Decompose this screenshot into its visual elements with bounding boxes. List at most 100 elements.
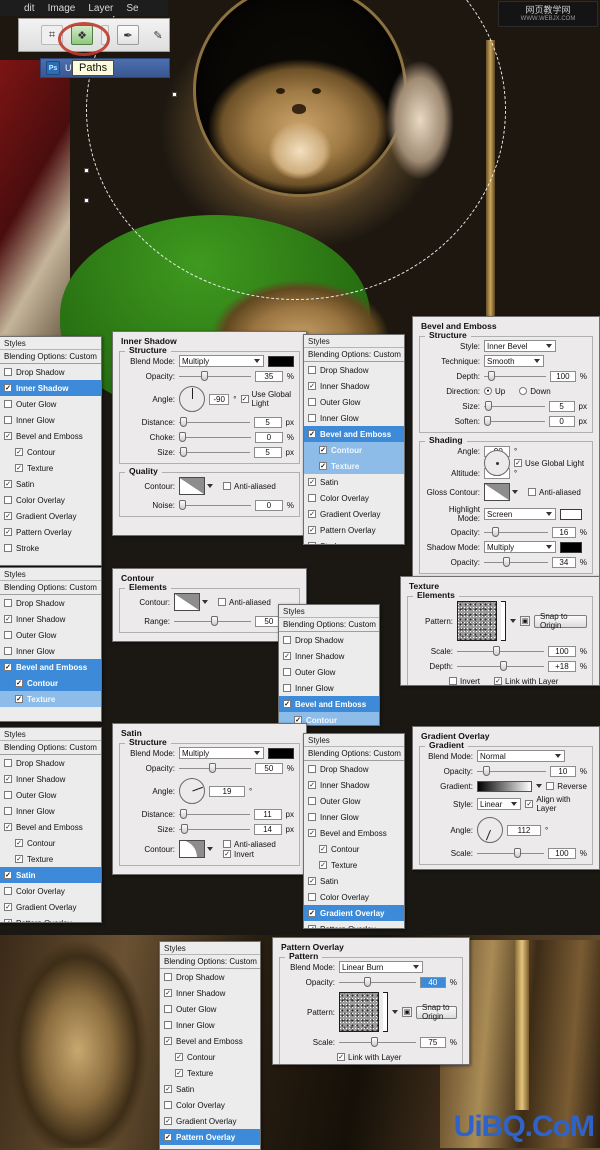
- checkbox-inner-shadow[interactable]: [4, 775, 12, 783]
- path-anchor-point[interactable]: [84, 168, 89, 173]
- checkbox-reverse[interactable]: [546, 782, 555, 790]
- satin-contour-picker[interactable]: [179, 840, 213, 858]
- effect-pattern-overlay[interactable]: Pattern Overlay: [0, 524, 101, 540]
- effect-bevel-and-emboss[interactable]: Bevel and Emboss: [0, 819, 101, 835]
- checkbox-texture[interactable]: [15, 464, 23, 472]
- effect-inner-shadow[interactable]: Inner Shadow: [304, 378, 404, 394]
- checkbox-anti-aliased[interactable]: [223, 482, 231, 490]
- freeform-pen-icon[interactable]: ✎: [147, 25, 169, 45]
- checkbox-anti-aliased[interactable]: [528, 488, 536, 496]
- menu-bar[interactable]: dit Image Layer Se: [0, 0, 168, 16]
- effect-drop-shadow[interactable]: Drop Shadow: [304, 761, 404, 777]
- blending-options-item[interactable]: Blending Options: Custom: [304, 348, 404, 362]
- new-preset-button[interactable]: ▣: [402, 1007, 412, 1017]
- effect-stroke[interactable]: Stroke: [160, 1145, 260, 1150]
- anti-aliased-toggle[interactable]: Anti-aliased: [528, 488, 581, 497]
- checkbox-inner-shadow[interactable]: [164, 989, 172, 997]
- shading-angle-dial[interactable]: [484, 450, 510, 476]
- checkbox-bevel-and-emboss[interactable]: [4, 663, 12, 671]
- blend-mode-select[interactable]: Normal: [477, 750, 565, 762]
- effect-gradient-overlay[interactable]: Gradient Overlay: [0, 508, 101, 524]
- checkbox-gradient-overlay[interactable]: [308, 909, 316, 917]
- angle-dial[interactable]: [179, 778, 205, 804]
- angle-dial[interactable]: [477, 817, 503, 843]
- menu-item-image[interactable]: Image: [48, 3, 76, 14]
- size-value[interactable]: 5: [548, 400, 575, 412]
- highlight-opacity-value[interactable]: 16: [551, 526, 576, 538]
- use-global-light-toggle[interactable]: Use Global Light: [240, 390, 295, 408]
- effect-gradient-overlay[interactable]: Gradient Overlay: [304, 506, 404, 522]
- checkbox-drop-shadow[interactable]: [308, 765, 316, 773]
- checkbox-align-with-layer[interactable]: [525, 800, 534, 808]
- menu-item-select[interactable]: Se: [126, 3, 138, 14]
- effect-texture[interactable]: Texture: [0, 691, 101, 707]
- blending-options-item[interactable]: Blending Options: Custom: [160, 955, 260, 969]
- use-global-light-toggle[interactable]: Use Global Light: [514, 459, 584, 468]
- chevron-down-icon[interactable]: [536, 784, 543, 788]
- shadow-opacity-value[interactable]: 34: [551, 556, 576, 568]
- checkbox-inner-glow[interactable]: [4, 416, 12, 424]
- checkbox-inner-glow[interactable]: [283, 684, 291, 692]
- scale-slider[interactable]: [339, 1036, 416, 1048]
- checkbox-outer-glow[interactable]: [164, 1005, 172, 1013]
- checkbox-bevel-and-emboss[interactable]: [283, 700, 291, 708]
- new-preset-button[interactable]: ▣: [520, 616, 530, 626]
- scale-value[interactable]: 100: [547, 645, 576, 657]
- effect-inner-glow[interactable]: Inner Glow: [0, 412, 101, 428]
- bevel-emboss-options-panel[interactable]: Bevel and Emboss Structure Style: Inner …: [412, 316, 600, 578]
- effect-inner-shadow[interactable]: Inner Shadow: [0, 771, 101, 787]
- checkbox-pattern-overlay[interactable]: [164, 1133, 172, 1141]
- effect-pattern-overlay[interactable]: Pattern Overlay: [160, 1129, 260, 1145]
- texture-options-panel[interactable]: Texture Elements Pattern: ▣ Snap to Orig…: [400, 576, 600, 686]
- opacity-slider[interactable]: [477, 765, 546, 777]
- effect-color-overlay[interactable]: Color Overlay: [160, 1097, 260, 1113]
- checkbox-outer-glow[interactable]: [4, 791, 12, 799]
- effect-inner-shadow[interactable]: Inner Shadow: [160, 985, 260, 1001]
- opacity-value[interactable]: 10: [549, 765, 576, 777]
- chevron-down-icon[interactable]: [510, 619, 516, 623]
- checkbox-contour[interactable]: [15, 679, 23, 687]
- snap-to-origin-button[interactable]: Snap to Origin: [534, 612, 587, 630]
- pattern-overlay-options-panel[interactable]: Pattern Overlay Pattern Blend Mode: Line…: [272, 937, 470, 1065]
- effect-outer-glow[interactable]: Outer Glow: [304, 793, 404, 809]
- effect-inner-shadow[interactable]: Inner Shadow: [0, 611, 101, 627]
- checkbox-link-with-layer[interactable]: [494, 677, 503, 685]
- opacity-slider[interactable]: [179, 370, 251, 382]
- pen-tool-icon[interactable]: ✒: [117, 25, 139, 45]
- blending-options-item[interactable]: Blending Options: Custom: [304, 747, 404, 761]
- anti-aliased-toggle[interactable]: Anti-aliased: [223, 482, 276, 491]
- direction-up-radio[interactable]: Up: [484, 387, 505, 396]
- effect-contour[interactable]: Contour: [160, 1049, 260, 1065]
- checkbox-color-overlay[interactable]: [4, 496, 12, 504]
- distance-value[interactable]: 5: [253, 416, 282, 428]
- depth-value[interactable]: 100: [549, 370, 576, 382]
- effect-contour[interactable]: Contour: [0, 675, 101, 691]
- blend-mode-select[interactable]: Multiply: [179, 747, 264, 759]
- opacity-value[interactable]: 35: [254, 370, 283, 382]
- checkbox-texture[interactable]: [319, 462, 327, 470]
- highlight-mode-select[interactable]: Screen: [484, 508, 556, 520]
- size-value[interactable]: 14: [253, 823, 282, 835]
- checkbox-drop-shadow[interactable]: [4, 599, 12, 607]
- checkbox-inner-shadow[interactable]: [283, 652, 291, 660]
- effect-outer-glow[interactable]: Outer Glow: [304, 394, 404, 410]
- checkbox-gradient-overlay[interactable]: [4, 903, 12, 911]
- checkbox-drop-shadow[interactable]: [283, 636, 291, 644]
- opacity-slider[interactable]: [339, 976, 416, 988]
- checkbox-satin[interactable]: [164, 1085, 172, 1093]
- checkbox-contour[interactable]: [319, 446, 327, 454]
- checkbox-color-overlay[interactable]: [308, 893, 316, 901]
- styles-list-inner-shadow[interactable]: Styles Blending Options: Custom Drop Sha…: [0, 336, 102, 566]
- radio-down[interactable]: [519, 387, 528, 395]
- checkbox-invert[interactable]: [223, 850, 231, 858]
- checkbox-pattern-overlay[interactable]: [308, 925, 316, 928]
- checkbox-satin[interactable]: [4, 480, 12, 488]
- depth-value[interactable]: +18: [547, 660, 576, 672]
- link-with-layer-toggle[interactable]: Link with Layer: [337, 1053, 401, 1062]
- distance-value[interactable]: 11: [253, 808, 282, 820]
- effect-drop-shadow[interactable]: Drop Shadow: [160, 969, 260, 985]
- distance-slider[interactable]: [179, 808, 250, 820]
- effect-gradient-overlay[interactable]: Gradient Overlay: [0, 899, 101, 915]
- align-with-layer-toggle[interactable]: Align with Layer: [525, 795, 587, 813]
- angle-value[interactable]: -90: [209, 393, 230, 405]
